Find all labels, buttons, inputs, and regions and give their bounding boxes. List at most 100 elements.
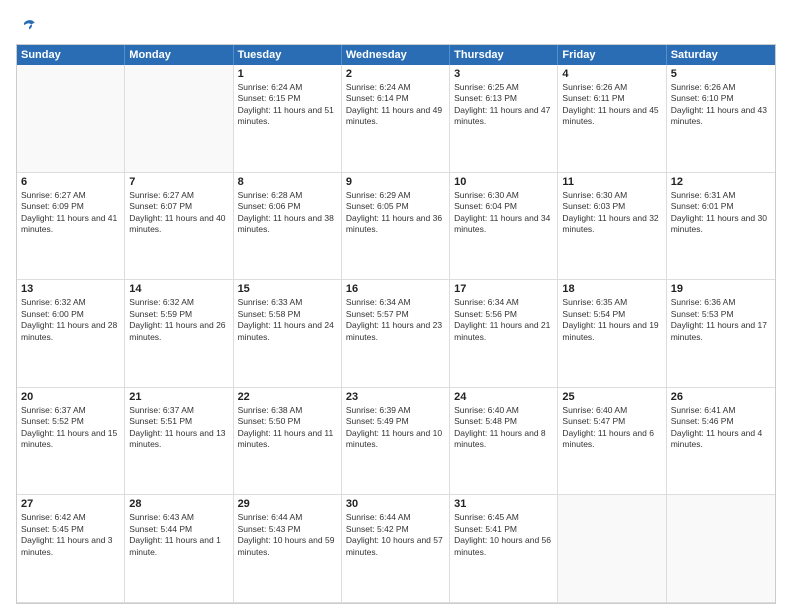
calendar-cell: 2Sunrise: 6:24 AM Sunset: 6:14 PM Daylig… <box>342 65 450 173</box>
cell-info: Sunrise: 6:37 AM Sunset: 5:52 PM Dayligh… <box>21 405 120 451</box>
cell-info: Sunrise: 6:37 AM Sunset: 5:51 PM Dayligh… <box>129 405 228 451</box>
cell-info: Sunrise: 6:32 AM Sunset: 5:59 PM Dayligh… <box>129 297 228 343</box>
cell-info: Sunrise: 6:28 AM Sunset: 6:06 PM Dayligh… <box>238 190 337 236</box>
cell-info: Sunrise: 6:40 AM Sunset: 5:48 PM Dayligh… <box>454 405 553 451</box>
day-number: 15 <box>238 283 337 295</box>
calendar-cell: 12 Sunrise: 6:31 AM Sunset: 6:01 PM Dayli… <box>667 173 775 281</box>
calendar-header-cell: Sunday <box>17 45 125 65</box>
calendar-cell: 11 Sunrise: 6:30 AM Sunset: 6:03 PM Dayli… <box>558 173 666 281</box>
calendar-header-cell: Friday <box>558 45 666 65</box>
calendar-header-cell: Thursday <box>450 45 558 65</box>
day-number: 22 <box>238 391 337 403</box>
calendar-cell: 19 Sunrise: 6:36 AM Sunset: 5:53 PM Dayli… <box>667 280 775 388</box>
calendar-cell <box>125 65 233 173</box>
day-number: 23 <box>346 391 445 403</box>
day-number: 31 <box>454 498 553 510</box>
calendar-cell: 31 Sunrise: 6:45 AM Sunset: 5:41 PM Dayli… <box>450 495 558 603</box>
day-number: 6 <box>21 176 120 188</box>
day-number: 2 <box>346 68 445 80</box>
calendar-cell: 22Sunrise: 6:38 AM Sunset: 5:50 PM Dayli… <box>234 388 342 496</box>
day-number: 18 <box>562 283 661 295</box>
calendar-cell: 29 Sunrise: 6:44 AM Sunset: 5:43 PM Dayli… <box>234 495 342 603</box>
cell-info: Sunrise: 6:26 AM Sunset: 6:10 PM Dayligh… <box>671 82 771 128</box>
day-number: 26 <box>671 391 771 403</box>
day-number: 16 <box>346 283 445 295</box>
cell-info: Sunrise: 6:32 AM Sunset: 6:00 PM Dayligh… <box>21 297 120 343</box>
day-number: 25 <box>562 391 661 403</box>
calendar-cell: 26 Sunrise: 6:41 AM Sunset: 5:46 PM Dayli… <box>667 388 775 496</box>
cell-info: Sunrise: 6:25 AM Sunset: 6:13 PM Dayligh… <box>454 82 553 128</box>
calendar-header-cell: Tuesday <box>234 45 342 65</box>
day-number: 28 <box>129 498 228 510</box>
calendar-cell: 8Sunrise: 6:28 AM Sunset: 6:06 PM Daylig… <box>234 173 342 281</box>
calendar-cell <box>17 65 125 173</box>
calendar-cell: 5Sunrise: 6:26 AM Sunset: 6:10 PM Daylig… <box>667 65 775 173</box>
day-number: 1 <box>238 68 337 80</box>
calendar-body: 1 Sunrise: 6:24 AM Sunset: 6:15 PM Daylig… <box>17 65 775 603</box>
cell-info: Sunrise: 6:31 AM Sunset: 6:01 PM Dayligh… <box>671 190 771 236</box>
calendar: SundayMondayTuesdayWednesdayThursdayFrid… <box>16 44 776 604</box>
day-number: 20 <box>21 391 120 403</box>
calendar-header-cell: Wednesday <box>342 45 450 65</box>
day-number: 10 <box>454 176 553 188</box>
cell-info: Sunrise: 6:34 AM Sunset: 5:57 PM Dayligh… <box>346 297 445 343</box>
calendar-cell: 4 Sunrise: 6:26 AM Sunset: 6:11 PM Daylig… <box>558 65 666 173</box>
calendar-header-cell: Monday <box>125 45 233 65</box>
cell-info: Sunrise: 6:39 AM Sunset: 5:49 PM Dayligh… <box>346 405 445 451</box>
day-number: 24 <box>454 391 553 403</box>
day-number: 3 <box>454 68 553 80</box>
page-container: SundayMondayTuesdayWednesdayThursdayFrid… <box>0 0 792 612</box>
cell-info: Sunrise: 6:26 AM Sunset: 6:11 PM Dayligh… <box>562 82 661 128</box>
cell-info: Sunrise: 6:36 AM Sunset: 5:53 PM Dayligh… <box>671 297 771 343</box>
calendar-cell: 13 Sunrise: 6:32 AM Sunset: 6:00 PM Dayli… <box>17 280 125 388</box>
cell-info: Sunrise: 6:44 AM Sunset: 5:42 PM Dayligh… <box>346 512 445 558</box>
calendar-cell: 10 Sunrise: 6:30 AM Sunset: 6:04 PM Dayli… <box>450 173 558 281</box>
day-number: 13 <box>21 283 120 295</box>
cell-info: Sunrise: 6:34 AM Sunset: 5:56 PM Dayligh… <box>454 297 553 343</box>
day-number: 4 <box>562 68 661 80</box>
cell-info: Sunrise: 6:35 AM Sunset: 5:54 PM Dayligh… <box>562 297 661 343</box>
calendar-cell <box>667 495 775 603</box>
day-number: 7 <box>129 176 228 188</box>
day-number: 30 <box>346 498 445 510</box>
cell-info: Sunrise: 6:27 AM Sunset: 6:09 PM Dayligh… <box>21 190 120 236</box>
cell-info: Sunrise: 6:43 AM Sunset: 5:44 PM Dayligh… <box>129 512 228 558</box>
day-number: 9 <box>346 176 445 188</box>
cell-info: Sunrise: 6:41 AM Sunset: 5:46 PM Dayligh… <box>671 405 771 451</box>
calendar-cell: 6 Sunrise: 6:27 AM Sunset: 6:09 PM Daylig… <box>17 173 125 281</box>
cell-info: Sunrise: 6:44 AM Sunset: 5:43 PM Dayligh… <box>238 512 337 558</box>
day-number: 27 <box>21 498 120 510</box>
logo-bird-icon <box>18 16 38 36</box>
cell-info: Sunrise: 6:45 AM Sunset: 5:41 PM Dayligh… <box>454 512 553 558</box>
calendar-cell: 16 Sunrise: 6:34 AM Sunset: 5:57 PM Dayli… <box>342 280 450 388</box>
day-number: 29 <box>238 498 337 510</box>
day-number: 17 <box>454 283 553 295</box>
calendar-cell <box>558 495 666 603</box>
logo <box>16 16 38 36</box>
day-number: 19 <box>671 283 771 295</box>
calendar-cell: 21 Sunrise: 6:37 AM Sunset: 5:51 PM Dayli… <box>125 388 233 496</box>
cell-info: Sunrise: 6:24 AM Sunset: 6:15 PM Dayligh… <box>238 82 337 128</box>
calendar-cell: 27Sunrise: 6:42 AM Sunset: 5:45 PM Dayli… <box>17 495 125 603</box>
day-number: 12 <box>671 176 771 188</box>
cell-info: Sunrise: 6:30 AM Sunset: 6:04 PM Dayligh… <box>454 190 553 236</box>
cell-info: Sunrise: 6:40 AM Sunset: 5:47 PM Dayligh… <box>562 405 661 451</box>
calendar-cell: 7Sunrise: 6:27 AM Sunset: 6:07 PM Daylig… <box>125 173 233 281</box>
day-number: 21 <box>129 391 228 403</box>
calendar-cell: 25 Sunrise: 6:40 AM Sunset: 5:47 PM Dayli… <box>558 388 666 496</box>
calendar-cell: 17 Sunrise: 6:34 AM Sunset: 5:56 PM Dayli… <box>450 280 558 388</box>
calendar-cell: 3 Sunrise: 6:25 AM Sunset: 6:13 PM Daylig… <box>450 65 558 173</box>
calendar-cell: 15Sunrise: 6:33 AM Sunset: 5:58 PM Dayli… <box>234 280 342 388</box>
calendar-cell: 18 Sunrise: 6:35 AM Sunset: 5:54 PM Dayli… <box>558 280 666 388</box>
calendar-header-cell: Saturday <box>667 45 775 65</box>
logo-text <box>16 16 38 36</box>
day-number: 11 <box>562 176 661 188</box>
header <box>16 16 776 36</box>
calendar-cell: 30 Sunrise: 6:44 AM Sunset: 5:42 PM Dayli… <box>342 495 450 603</box>
calendar-cell: 23 Sunrise: 6:39 AM Sunset: 5:49 PM Dayli… <box>342 388 450 496</box>
calendar-cell: 1 Sunrise: 6:24 AM Sunset: 6:15 PM Daylig… <box>234 65 342 173</box>
cell-info: Sunrise: 6:30 AM Sunset: 6:03 PM Dayligh… <box>562 190 661 236</box>
calendar-cell: 9 Sunrise: 6:29 AM Sunset: 6:05 PM Daylig… <box>342 173 450 281</box>
calendar-cell: 14Sunrise: 6:32 AM Sunset: 5:59 PM Dayli… <box>125 280 233 388</box>
cell-info: Sunrise: 6:29 AM Sunset: 6:05 PM Dayligh… <box>346 190 445 236</box>
